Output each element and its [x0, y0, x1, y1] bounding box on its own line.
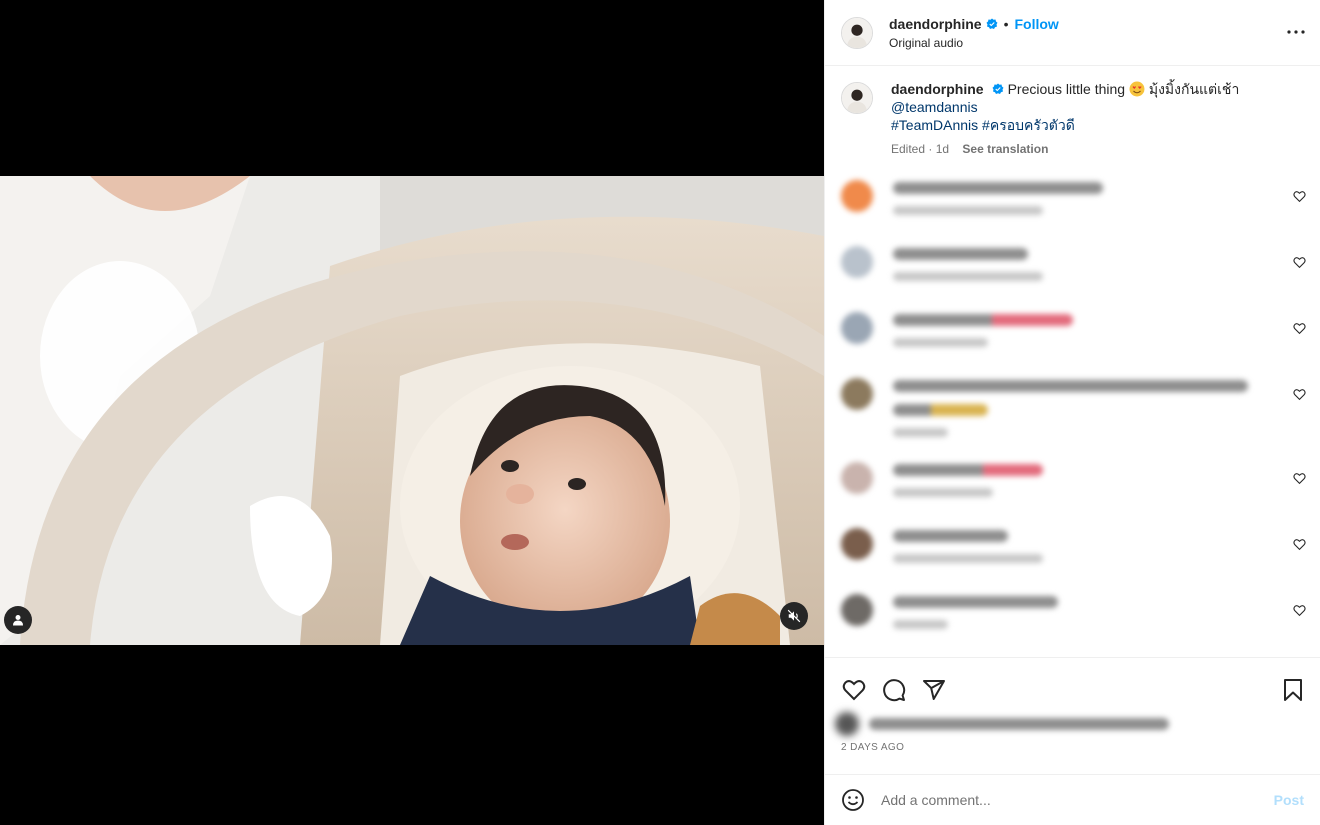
comment-item — [825, 524, 1320, 590]
emoji-icon[interactable] — [841, 788, 865, 812]
commenter-avatar[interactable] — [841, 246, 873, 278]
comment-like-icon[interactable] — [1293, 604, 1306, 617]
post-header: daendorphine • Follow Original audio — [825, 0, 1320, 66]
bookmark-icon — [1284, 679, 1302, 701]
comment-like-icon[interactable] — [1293, 190, 1306, 203]
comment-text-blurred — [893, 380, 1248, 458]
comments-section[interactable]: daendorphine Precious little thing มุ้งม… — [825, 66, 1320, 657]
add-comment-bar: Post — [825, 774, 1320, 825]
comment-item — [825, 308, 1320, 374]
video-frame — [0, 176, 824, 645]
comment-input[interactable] — [881, 792, 1274, 808]
mention-link[interactable]: @teamdannis — [891, 99, 978, 115]
media-pane — [0, 0, 824, 825]
comment-like-icon[interactable] — [1293, 322, 1306, 335]
comment-like-icon[interactable] — [1293, 388, 1306, 401]
post-date: 2 DAYS AGO — [841, 742, 905, 753]
post-comment-button[interactable]: Post — [1274, 792, 1304, 808]
comment-list — [825, 176, 1320, 656]
mute-button[interactable] — [780, 602, 808, 630]
comment-item — [825, 374, 1320, 458]
separator-dot: • — [1003, 15, 1009, 32]
caption-text: Precious little thing — [1007, 81, 1126, 97]
save-button[interactable] — [1280, 677, 1306, 703]
share-icon — [923, 680, 945, 700]
post-caption: daendorphine Precious little thing มุ้งม… — [825, 66, 1320, 158]
author-username[interactable]: daendorphine — [889, 16, 982, 32]
user-tag-button[interactable] — [4, 606, 32, 634]
caption-meta: Edited · 1d — [891, 142, 950, 156]
caption-thai-text: มุ้งมิ้งกันแต่เช้า — [1148, 81, 1240, 97]
likes-summary-blurred — [825, 712, 1320, 736]
comment-item — [825, 176, 1320, 242]
more-icon — [1287, 30, 1305, 34]
caption-username[interactable]: daendorphine — [891, 81, 984, 97]
author-avatar[interactable] — [841, 16, 873, 49]
comment-text-blurred — [893, 530, 1043, 590]
mute-icon — [787, 609, 801, 623]
commenter-avatar[interactable] — [841, 528, 873, 560]
heart-icon — [842, 680, 866, 701]
see-translation-button[interactable]: See translation — [962, 142, 1048, 156]
comment-item — [825, 458, 1320, 524]
post-video[interactable] — [0, 176, 824, 645]
commenter-avatar[interactable] — [841, 312, 873, 344]
commenter-avatar[interactable] — [841, 180, 873, 212]
comment-like-icon[interactable] — [1293, 538, 1306, 551]
comment-text-blurred — [893, 182, 1103, 242]
caption-avatar[interactable] — [841, 82, 873, 114]
commenter-avatar[interactable] — [841, 594, 873, 626]
commenter-avatar[interactable] — [841, 378, 873, 410]
comment-like-icon[interactable] — [1293, 472, 1306, 485]
post-actions: 2 DAYS AGO — [825, 657, 1320, 774]
comment-button[interactable] — [881, 677, 907, 703]
commenter-avatar[interactable] — [841, 462, 873, 494]
like-button[interactable] — [841, 677, 867, 703]
follow-button[interactable]: Follow — [1014, 16, 1058, 32]
verified-icon — [992, 83, 1004, 94]
smiling-heart-eyes-emoji-icon — [1129, 81, 1145, 97]
comment-text-blurred — [893, 248, 1043, 308]
post-side-panel: daendorphine • Follow Original audio dae… — [824, 0, 1320, 825]
user-tag-icon — [13, 615, 23, 626]
comment-text-blurred — [893, 464, 1043, 524]
verified-icon — [986, 18, 998, 29]
comment-icon — [883, 679, 906, 702]
audio-link[interactable]: Original audio — [889, 36, 1059, 50]
comment-like-icon[interactable] — [1293, 256, 1306, 269]
liker-avatar — [835, 712, 859, 736]
comment-item — [825, 590, 1320, 656]
more-options-button[interactable] — [1286, 22, 1306, 42]
hashtag-link[interactable]: #ครอบครัวตัวดี — [982, 117, 1075, 133]
comment-item — [825, 242, 1320, 308]
share-button[interactable] — [921, 677, 947, 703]
comment-text-blurred — [893, 314, 1073, 374]
comment-text-blurred — [893, 596, 1058, 656]
hashtag-link[interactable]: #TeamDAnnis — [891, 117, 978, 133]
